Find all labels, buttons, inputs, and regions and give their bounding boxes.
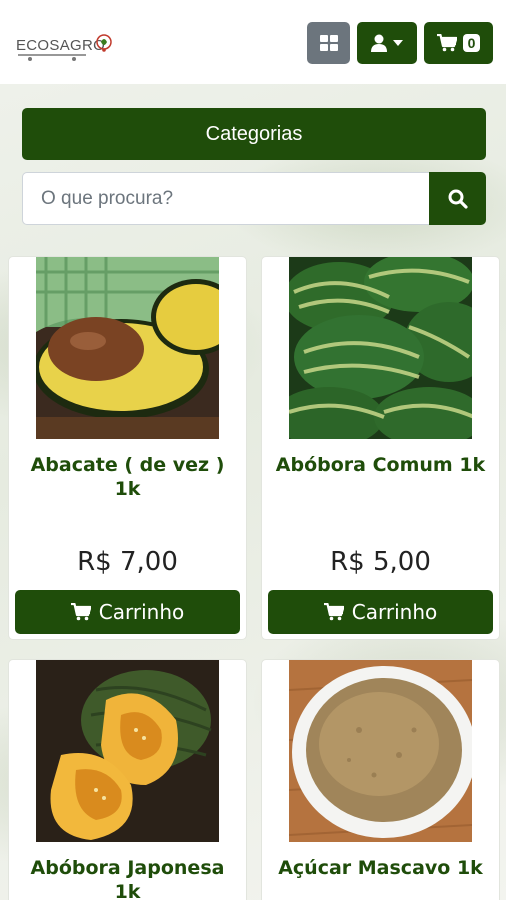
add-to-cart-button[interactable]: Carrinho — [15, 590, 240, 634]
categories-button[interactable]: Categorias — [22, 108, 486, 160]
svg-text:ECOSAGRO: ECOSAGRO — [16, 37, 105, 54]
search-icon — [448, 189, 468, 209]
cart-icon — [70, 603, 91, 621]
cart-icon — [323, 603, 344, 621]
product-card[interactable]: Abóbora Comum 1k R$ 5,00 Carrinho — [261, 256, 500, 640]
user-icon — [371, 34, 387, 52]
cart-count-badge: 0 — [462, 34, 481, 52]
search-bar — [22, 172, 486, 225]
search-input[interactable] — [22, 172, 429, 225]
product-card[interactable]: Abacate ( de vez ) 1k R$ 7,00 Carrinho — [8, 256, 247, 640]
caret-down-icon — [393, 40, 403, 46]
product-name[interactable]: Abóbora Comum 1k — [268, 453, 493, 477]
add-to-cart-button[interactable]: Carrinho — [268, 590, 493, 634]
grid-view-button[interactable] — [307, 22, 350, 64]
product-name[interactable]: Açúcar Mascavo 1k — [268, 856, 493, 880]
product-name[interactable]: Abacate ( de vez ) 1k — [15, 453, 240, 501]
grid-icon — [319, 35, 338, 51]
add-to-cart-label: Carrinho — [351, 600, 438, 624]
product-name[interactable]: Abóbora Japonesa 1k — [15, 856, 240, 900]
user-menu-button[interactable] — [357, 22, 417, 64]
top-navbar: ECOSAGRO 0 — [0, 0, 506, 84]
product-image-japanese-pumpkin[interactable] — [36, 660, 219, 842]
product-card[interactable]: Abóbora Japonesa 1k — [8, 659, 247, 900]
product-image-pumpkin[interactable] — [289, 257, 472, 439]
cart-icon — [436, 34, 457, 52]
product-card[interactable]: Açúcar Mascavo 1k — [261, 659, 500, 900]
ecosagro-logo[interactable]: ECOSAGRO — [16, 28, 116, 64]
product-price: R$ 5,00 — [330, 547, 431, 577]
search-button[interactable] — [429, 172, 486, 225]
add-to-cart-label: Carrinho — [98, 600, 185, 624]
cart-button[interactable]: 0 — [424, 22, 493, 64]
product-image-brown-sugar[interactable] — [289, 660, 472, 842]
product-image-avocado[interactable] — [36, 257, 219, 439]
product-price: R$ 7,00 — [77, 547, 178, 577]
